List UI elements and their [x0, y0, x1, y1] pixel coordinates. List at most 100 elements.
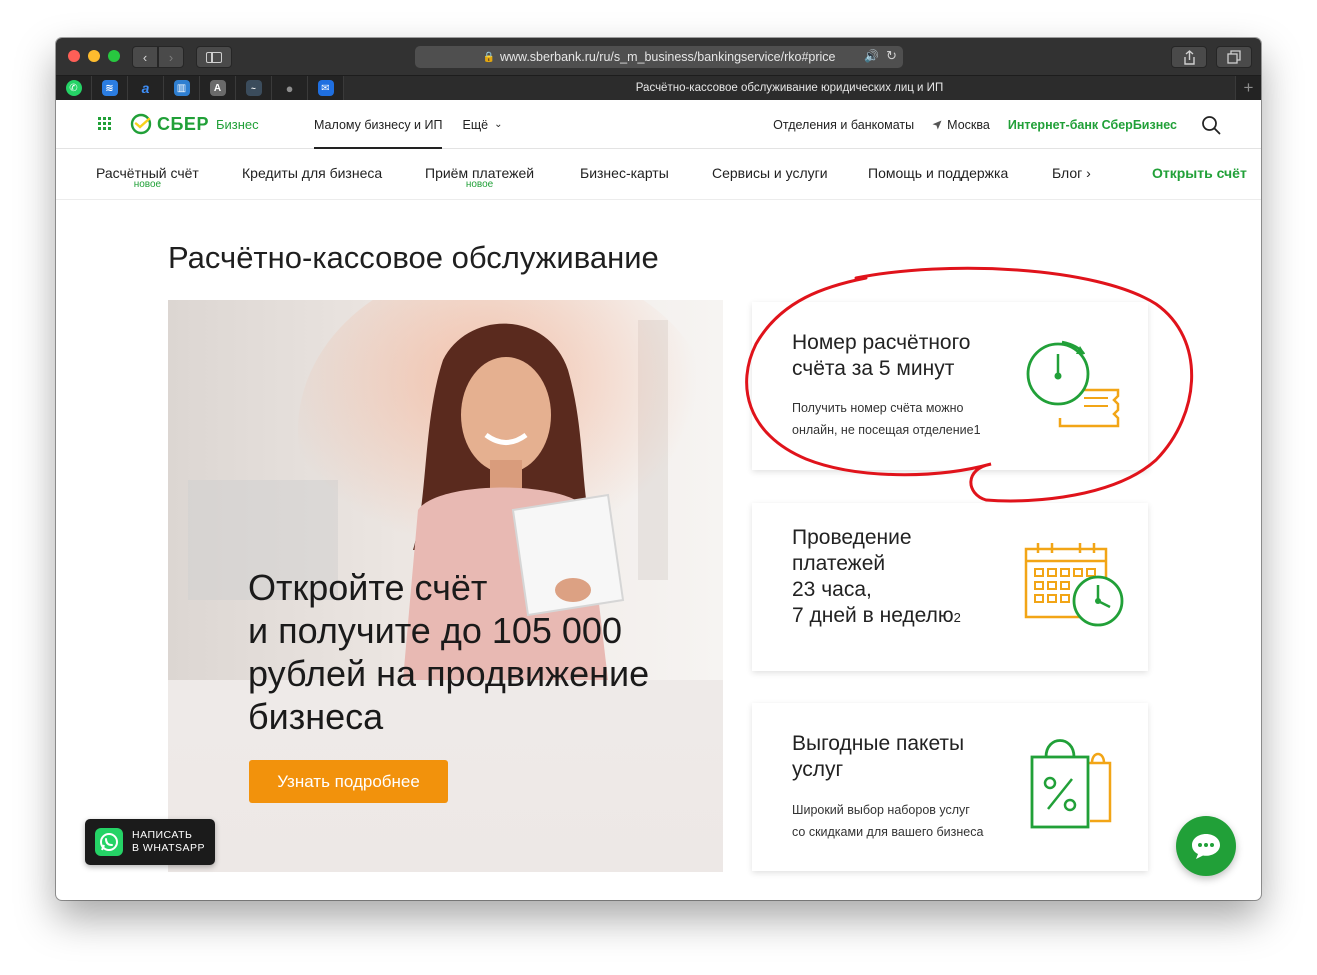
card-title: Номер расчётного счёта за 5 минут — [792, 330, 971, 382]
card-text-line: онлайн, не посещая отделение1 — [792, 419, 981, 441]
chevron-down-icon: ⌄ — [494, 119, 503, 130]
city-selector[interactable]: Москва — [932, 118, 990, 132]
site-header: СБЕР Бизнес Малому бизнесу и ИП Ещё ⌄ От… — [56, 100, 1261, 149]
pinned-tab-chart[interactable]: ~ — [236, 76, 272, 100]
pinned-tabs: ✆ ≋ a ▥ A ~ ● ✉ — [56, 76, 344, 100]
card-text-line: Получить номер счёта можно — [792, 401, 964, 415]
apps-grid-icon[interactable] — [98, 117, 111, 130]
whatsapp-label: НАПИСАТЬ В WHATSAPP — [132, 829, 205, 855]
card-title-line: Номер расчётного — [792, 331, 971, 354]
window-controls — [68, 50, 120, 62]
active-tab[interactable]: Расчётно-кассовое обслуживание юридическ… — [344, 76, 1235, 100]
hero-title-line: рублей на продвижение — [248, 653, 650, 694]
nav-more[interactable]: Ещё ⌄ — [462, 100, 502, 149]
new-badge: новое — [465, 179, 494, 190]
chat-bubble-icon — [1192, 834, 1220, 859]
feature-card-account-number[interactable]: Номер расчётного счёта за 5 минут Получи… — [752, 302, 1148, 470]
nav-business-loans[interactable]: Кредиты для бизнеса — [242, 165, 382, 181]
nav-help[interactable]: Помощь и поддержка — [868, 165, 1008, 181]
hero-title: Откройте счёт и получите до 105 000 рубл… — [248, 566, 718, 738]
city-label: Москва — [947, 117, 990, 132]
internet-bank-link[interactable]: Интернет-банк СберБизнес — [1008, 118, 1177, 132]
minimize-window-button[interactable] — [88, 50, 100, 62]
logo-text: СБЕР — [157, 113, 209, 134]
footnote-marker: 1 — [973, 423, 981, 437]
reload-icon[interactable]: ↻ — [886, 48, 897, 64]
trello-favicon-icon: ▥ — [173, 80, 190, 96]
card-title-line-content: 7 дней в неделю — [792, 604, 954, 627]
nav-business-cards[interactable]: Бизнес-карты — [580, 165, 669, 181]
card-title-line: 23 часа, — [792, 578, 872, 601]
audience-nav: Малому бизнесу и ИП Ещё ⌄ — [314, 100, 502, 149]
pinned-tab-alfa[interactable]: a — [128, 76, 164, 100]
nav-payment-acceptance[interactable]: Приём платежей новое — [425, 165, 534, 190]
alfa-favicon-icon: a — [141, 80, 150, 96]
back-button[interactable]: ‹ — [132, 46, 158, 68]
address-bar[interactable]: 🔒 www.sberbank.ru/ru/s_m_business/bankin… — [415, 46, 903, 68]
tab-bar: ✆ ≋ a ▥ A ~ ● ✉ Расчётно-кассовое обслуж… — [56, 76, 1261, 100]
card-title: Проведение платежей 23 часа, 7 дней в не… — [792, 525, 961, 631]
nav-settlement-account[interactable]: Расчётный счёт новое — [96, 165, 199, 190]
logo-subtext: Бизнес — [215, 116, 259, 132]
whatsapp-widget[interactable]: НАПИСАТЬ В WHATSAPP — [85, 819, 215, 865]
header-utilities: Отделения и банкоматы Москва Интернет-ба… — [773, 100, 1221, 149]
feature-card-payments[interactable]: Проведение платежей 23 часа, 7 дней в не… — [752, 503, 1148, 671]
browser-window: ‹ › 🔒 www.sberbank.ru/ru/s_m_business/ba… — [56, 38, 1261, 900]
sber-logo-icon — [130, 113, 152, 135]
nav-services[interactable]: Сервисы и услуги — [712, 165, 828, 181]
maximize-window-button[interactable] — [108, 50, 120, 62]
pinned-tab-apple[interactable]: ● — [272, 76, 308, 100]
card-title: Выгодные пакеты услуг — [792, 731, 964, 783]
search-icon[interactable] — [1201, 115, 1221, 135]
sber-business-logo[interactable]: СБЕР Бизнес — [130, 113, 259, 135]
pinned-tab-mail[interactable]: ✉ — [308, 76, 344, 100]
hero-banner[interactable]: Откройте счёт и получите до 105 000 рубл… — [168, 300, 723, 872]
card-text-line: Широкий выбор наборов услуг — [792, 803, 970, 817]
sidebar-toggle-button[interactable] — [196, 46, 232, 68]
card-title-line: Проведение — [792, 526, 912, 549]
card-title-line: платежей — [792, 552, 886, 575]
branches-link[interactable]: Отделения и банкоматы — [773, 118, 914, 132]
hero-title-line: и получите до 105 000 — [248, 610, 622, 651]
card-title-line: 7 дней в неделю2 — [792, 603, 961, 631]
tabs-icon — [1227, 50, 1241, 64]
whatsapp-label-line1: НАПИСАТЬ — [132, 829, 193, 841]
pinned-tab-whatsapp[interactable]: ✆ — [56, 76, 92, 100]
hero-title-line: Откройте счёт — [248, 567, 488, 608]
calendar-clock-icon — [1024, 543, 1124, 627]
forward-button[interactable]: › — [158, 46, 184, 68]
feature-card-service-packages[interactable]: Выгодные пакеты услуг Широкий выбор набо… — [752, 703, 1148, 871]
card-title-line: счёта за 5 минут — [792, 357, 955, 380]
sidebar-icon — [206, 51, 222, 63]
pinned-tab-trello[interactable]: ▥ — [164, 76, 200, 100]
url-text: www.sberbank.ru/ru/s_m_business/bankings… — [499, 50, 836, 64]
footnote-marker: 2 — [953, 610, 961, 625]
pinned-tab-layers[interactable]: ≋ — [92, 76, 128, 100]
nav-small-business[interactable]: Малому бизнесу и ИП — [314, 100, 443, 149]
share-button[interactable] — [1171, 46, 1207, 68]
mail-favicon-icon: ✉ — [317, 80, 334, 96]
nav-blog[interactable]: Блог › — [1052, 165, 1091, 181]
speaker-icon[interactable]: 🔊 — [864, 49, 879, 63]
whatsapp-label-line2: В WHATSAPP — [132, 842, 206, 854]
location-arrow-icon — [932, 120, 942, 129]
learn-more-button[interactable]: Узнать подробнее — [249, 760, 448, 803]
tab-overview-button[interactable] — [1216, 46, 1252, 68]
card-text-line-content: онлайн, не посещая отделение — [792, 423, 974, 437]
card-text: Получить номер счёта можно онлайн, не по… — [792, 397, 981, 441]
clock-document-icon — [1026, 340, 1120, 428]
share-icon — [1183, 49, 1195, 65]
letter-a-favicon-icon: A — [209, 80, 226, 96]
open-account-link[interactable]: Открыть счёт — [1152, 165, 1247, 181]
card-title-line: Выгодные пакеты — [792, 732, 965, 755]
close-window-button[interactable] — [68, 50, 80, 62]
new-badge: новое — [133, 179, 162, 190]
lock-icon: 🔒 — [482, 51, 495, 63]
whatsapp-favicon-icon: ✆ — [65, 80, 82, 96]
nav-more-label: Ещё — [462, 117, 489, 132]
browser-titlebar: ‹ › 🔒 www.sberbank.ru/ru/s_m_business/ba… — [56, 38, 1261, 76]
new-tab-button[interactable]: + — [1235, 76, 1261, 100]
pinned-tab-a[interactable]: A — [200, 76, 236, 100]
chat-button[interactable] — [1176, 816, 1236, 876]
layers-favicon-icon: ≋ — [101, 80, 118, 96]
